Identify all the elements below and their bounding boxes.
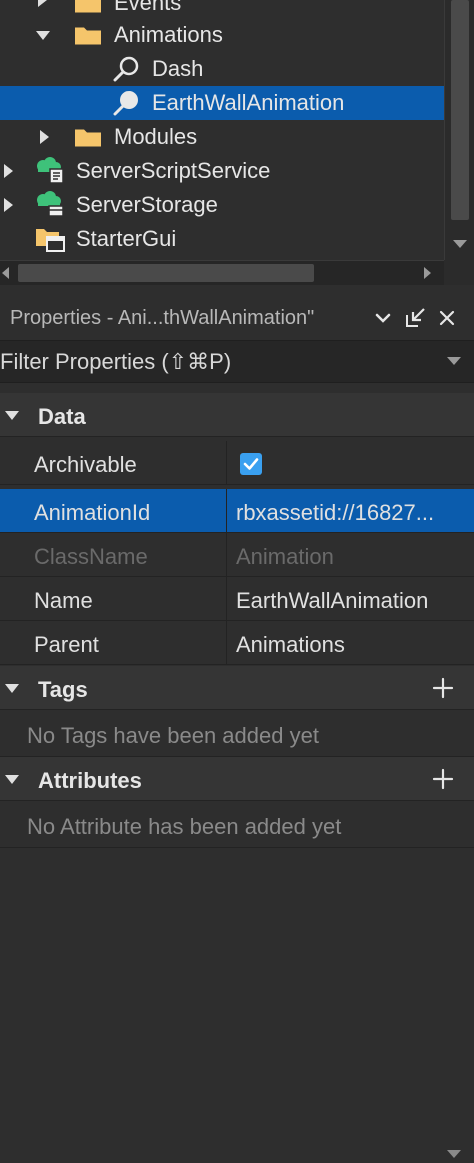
animation-icon	[113, 56, 139, 82]
expand-arrow-icon[interactable]	[40, 130, 49, 144]
folder-icon	[75, 27, 101, 45]
tree-item-earthwallanimation[interactable]: EarthWallAnimation	[0, 86, 444, 120]
property-row-archivable[interactable]: Archivable	[0, 441, 474, 485]
properties-header: Properties - Ani...thWallAnimation"	[0, 295, 474, 341]
tree-item-startergui[interactable]: StarterGui	[0, 222, 444, 256]
filter-properties-input[interactable]: Filter Properties (⇧⌘P)	[0, 341, 474, 383]
expand-arrow-icon[interactable]	[4, 198, 13, 212]
column-divider[interactable]	[226, 577, 227, 620]
add-attribute-plus-icon[interactable]	[431, 767, 455, 791]
tree-item-label: Animations	[114, 22, 223, 47]
tree-item-serverscriptservice[interactable]: ServerScriptService	[0, 154, 444, 188]
column-divider[interactable]	[226, 489, 227, 532]
tree-item-label: ServerStorage	[76, 192, 218, 217]
tree-item-label: Dash	[152, 56, 204, 81]
empty-text: No Attribute has been added yet	[27, 814, 342, 839]
collapse-arrow-icon[interactable]	[5, 411, 19, 420]
dock-icon	[406, 308, 425, 327]
server-storage-icon	[37, 191, 64, 217]
close-panel-button[interactable]	[434, 305, 460, 331]
attributes-empty-message: No Attribute has been added yet	[0, 802, 474, 848]
property-name: Name	[34, 588, 93, 613]
section-title: Data	[38, 404, 86, 429]
expand-arrow-icon[interactable]	[38, 0, 47, 7]
parent-value-field[interactable]: Animations	[236, 632, 468, 658]
tree-item-modules[interactable]: Modules	[0, 120, 444, 154]
property-name: Parent	[34, 632, 99, 657]
dock-button[interactable]	[402, 305, 428, 331]
property-name: ClassName	[34, 544, 148, 569]
property-name: AnimationId	[34, 500, 151, 525]
tree-item-animations[interactable]: Animations	[0, 18, 444, 52]
tree-item-label: StarterGui	[76, 226, 177, 251]
section-data-header[interactable]: Data	[0, 393, 474, 437]
scroll-left-arrow-icon[interactable]	[2, 267, 9, 279]
server-script-service-icon	[37, 157, 64, 184]
property-row-name[interactable]: Name EarthWallAnimation	[0, 577, 474, 621]
collapse-arrow-icon[interactable]	[5, 775, 19, 784]
scrollbar-corner	[444, 260, 474, 285]
explorer-horizontal-scrollbar[interactable]	[0, 260, 444, 285]
folder-icon	[75, 129, 101, 147]
section-title: Tags	[38, 677, 88, 702]
add-tag-plus-icon[interactable]	[431, 676, 455, 700]
filter-dropdown-icon[interactable]	[447, 357, 461, 365]
property-name: Archivable	[34, 452, 137, 477]
expand-arrow-icon[interactable]	[4, 164, 13, 178]
section-attributes-header[interactable]: Attributes	[0, 757, 474, 801]
column-divider[interactable]	[226, 533, 227, 576]
tree-item-label: ServerScriptService	[76, 158, 271, 183]
chevron-down-icon	[375, 313, 391, 323]
scroll-right-arrow-icon[interactable]	[424, 267, 431, 279]
scroll-down-arrow-icon[interactable]	[453, 240, 467, 248]
scrollbar-thumb[interactable]	[18, 264, 314, 282]
tree-item-label: EarthWallAnimation	[152, 90, 345, 115]
starter-gui-icon	[36, 229, 65, 252]
name-value-field[interactable]: EarthWallAnimation	[236, 588, 468, 614]
explorer-vertical-scrollbar[interactable]	[444, 0, 474, 260]
scroll-down-arrow-icon[interactable]	[447, 1150, 461, 1158]
section-title: Attributes	[38, 768, 142, 793]
collapse-arrow-icon[interactable]	[5, 684, 19, 693]
explorer-panel: Events Animations Dash EarthWallAnimatio…	[0, 0, 474, 285]
folder-icon	[75, 0, 101, 13]
animation-icon	[113, 91, 138, 116]
tree-item-events[interactable]: Events	[0, 0, 444, 20]
tree-item-label: Modules	[114, 124, 198, 149]
column-divider[interactable]	[226, 621, 227, 664]
property-row-classname: ClassName Animation	[0, 533, 474, 577]
panel-menu-button[interactable]	[370, 305, 396, 331]
column-divider[interactable]	[226, 441, 227, 484]
section-tags-header[interactable]: Tags	[0, 666, 474, 710]
tree-item-label: Events	[114, 0, 182, 15]
classname-value: Animation	[236, 544, 334, 569]
close-icon	[439, 310, 455, 326]
checkmark-icon	[243, 458, 259, 470]
tags-empty-message: No Tags have been added yet	[0, 711, 474, 757]
filter-placeholder: Filter Properties (⇧⌘P)	[0, 349, 232, 374]
property-row-parent[interactable]: Parent Animations	[0, 621, 474, 665]
animationid-value-field[interactable]: rbxassetid://16827...	[236, 500, 468, 526]
tree-item-dash[interactable]: Dash	[0, 52, 444, 86]
collapse-arrow-icon[interactable]	[36, 31, 50, 40]
properties-title: Properties - Ani...thWallAnimation"	[10, 307, 315, 329]
tree-item-serverstorage[interactable]: ServerStorage	[0, 188, 444, 222]
archivable-checkbox[interactable]	[240, 453, 262, 475]
empty-text: No Tags have been added yet	[27, 723, 319, 748]
property-row-animationid[interactable]: AnimationId rbxassetid://16827...	[0, 489, 474, 533]
scrollbar-thumb[interactable]	[451, 0, 469, 220]
